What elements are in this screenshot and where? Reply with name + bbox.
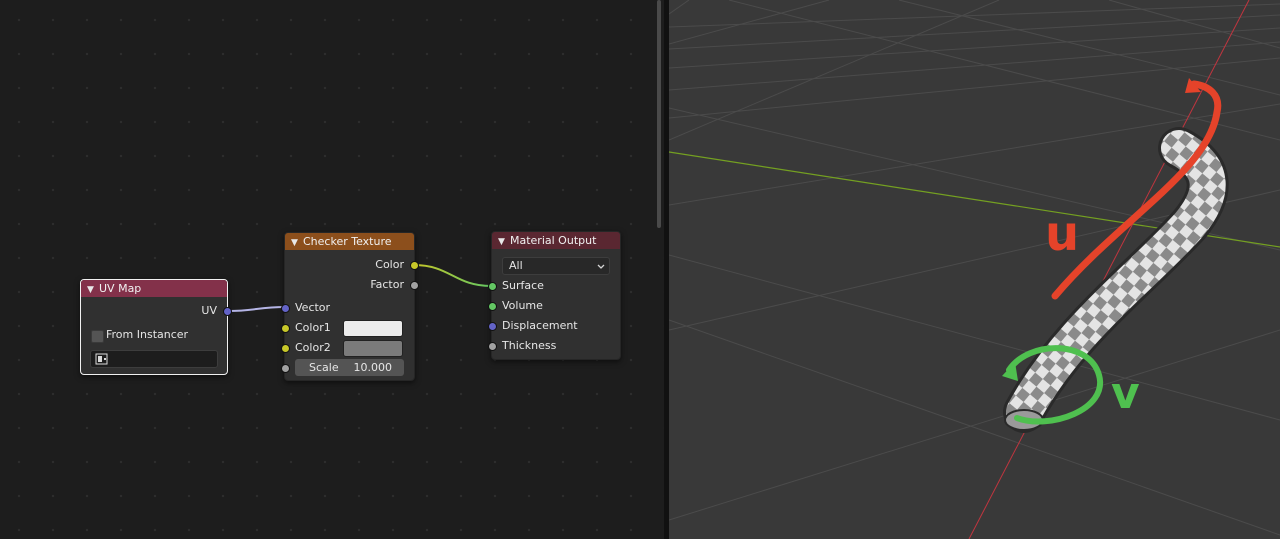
color-output-socket[interactable]: [410, 261, 419, 270]
input-surface-label: Surface: [502, 279, 544, 292]
link-uv-to-vector: [227, 306, 287, 312]
output-uv-label: UV: [201, 304, 217, 317]
x-axis-line: [968, 0, 1250, 539]
uv-map-node[interactable]: ▼ UV Map UV From Instancer: [80, 279, 232, 375]
displacement-input-socket[interactable]: [488, 322, 497, 331]
input-displacement-label: Displacement: [502, 319, 578, 332]
node-title: Checker Texture: [303, 235, 392, 248]
output-color-row: Color: [375, 257, 404, 273]
uv-output-socket[interactable]: [223, 307, 232, 316]
factor-output-socket[interactable]: [410, 281, 419, 290]
annotation-v: v: [1111, 368, 1140, 419]
collapse-chevron-icon[interactable]: ▼: [291, 235, 303, 252]
output-factor-label: Factor: [370, 278, 404, 291]
collapse-chevron-icon[interactable]: ▼: [498, 234, 510, 251]
color1-swatch[interactable]: [343, 320, 403, 337]
uv-map-selector-field[interactable]: [90, 350, 218, 368]
viewport-canvas: u v: [669, 0, 1280, 539]
from-instancer-checkbox[interactable]: [91, 330, 104, 343]
output-factor-row: Factor: [370, 277, 404, 293]
thickness-input-socket[interactable]: [488, 342, 497, 351]
input-color1-row: Color1: [295, 320, 331, 336]
input-vector-label: Vector: [295, 301, 331, 314]
link-color-to-surface: [413, 264, 492, 287]
scale-value: 10.000: [353, 361, 393, 374]
annotation-u: u: [1045, 206, 1079, 262]
collapse-chevron-icon[interactable]: ▼: [87, 282, 99, 299]
3d-viewport[interactable]: u v: [669, 0, 1280, 539]
chevron-down-icon: [597, 264, 605, 269]
input-displacement-row: Displacement: [502, 318, 578, 334]
output-uv-row: UV: [201, 303, 217, 319]
volume-input-socket[interactable]: [488, 302, 497, 311]
color2-input-socket[interactable]: [281, 344, 290, 353]
input-vector-row: Vector: [295, 300, 330, 316]
node-title: UV Map: [99, 282, 142, 295]
checker-texture-node-header[interactable]: ▼ Checker Texture: [285, 233, 414, 250]
target-dropdown[interactable]: All: [502, 257, 610, 275]
material-output-node[interactable]: ▼ Material Output All Surface Volume Disp…: [488, 231, 621, 360]
checker-texture-node[interactable]: ▼ Checker Texture Color Factor Vector Col…: [281, 232, 419, 381]
color2-swatch[interactable]: [343, 340, 403, 357]
input-volume-row: Volume: [502, 298, 543, 314]
scale-field[interactable]: Scale 10.000: [295, 359, 404, 376]
viewport-floor-grid: [669, 0, 1280, 536]
from-instancer-label: From Instancer: [106, 328, 189, 341]
editor-scrollbar[interactable]: [657, 0, 661, 228]
input-color2-label: Color2: [295, 341, 331, 354]
vector-input-socket[interactable]: [281, 304, 290, 313]
output-color-label: Color: [375, 258, 404, 271]
input-color1-label: Color1: [295, 321, 331, 334]
input-thickness-row: Thickness: [502, 338, 556, 354]
from-instancer-row: From Instancer: [106, 327, 188, 343]
material-output-node-header[interactable]: ▼ Material Output: [492, 232, 620, 249]
input-volume-label: Volume: [502, 299, 543, 312]
node-title: Material Output: [510, 234, 597, 247]
color1-input-socket[interactable]: [281, 324, 290, 333]
shader-node-editor[interactable]: ▼ UV Map UV From Instancer ▼ Checker Textu…: [0, 0, 664, 539]
uv-map-icon: [95, 353, 108, 365]
input-thickness-label: Thickness: [502, 339, 557, 352]
surface-input-socket[interactable]: [488, 282, 497, 291]
input-color2-row: Color2: [295, 340, 331, 356]
scale-input-socket[interactable]: [281, 364, 290, 373]
uv-map-node-header[interactable]: ▼ UV Map: [81, 280, 227, 297]
target-value: All: [509, 259, 523, 272]
input-surface-row: Surface: [502, 278, 544, 294]
scale-label: Scale: [309, 361, 339, 374]
